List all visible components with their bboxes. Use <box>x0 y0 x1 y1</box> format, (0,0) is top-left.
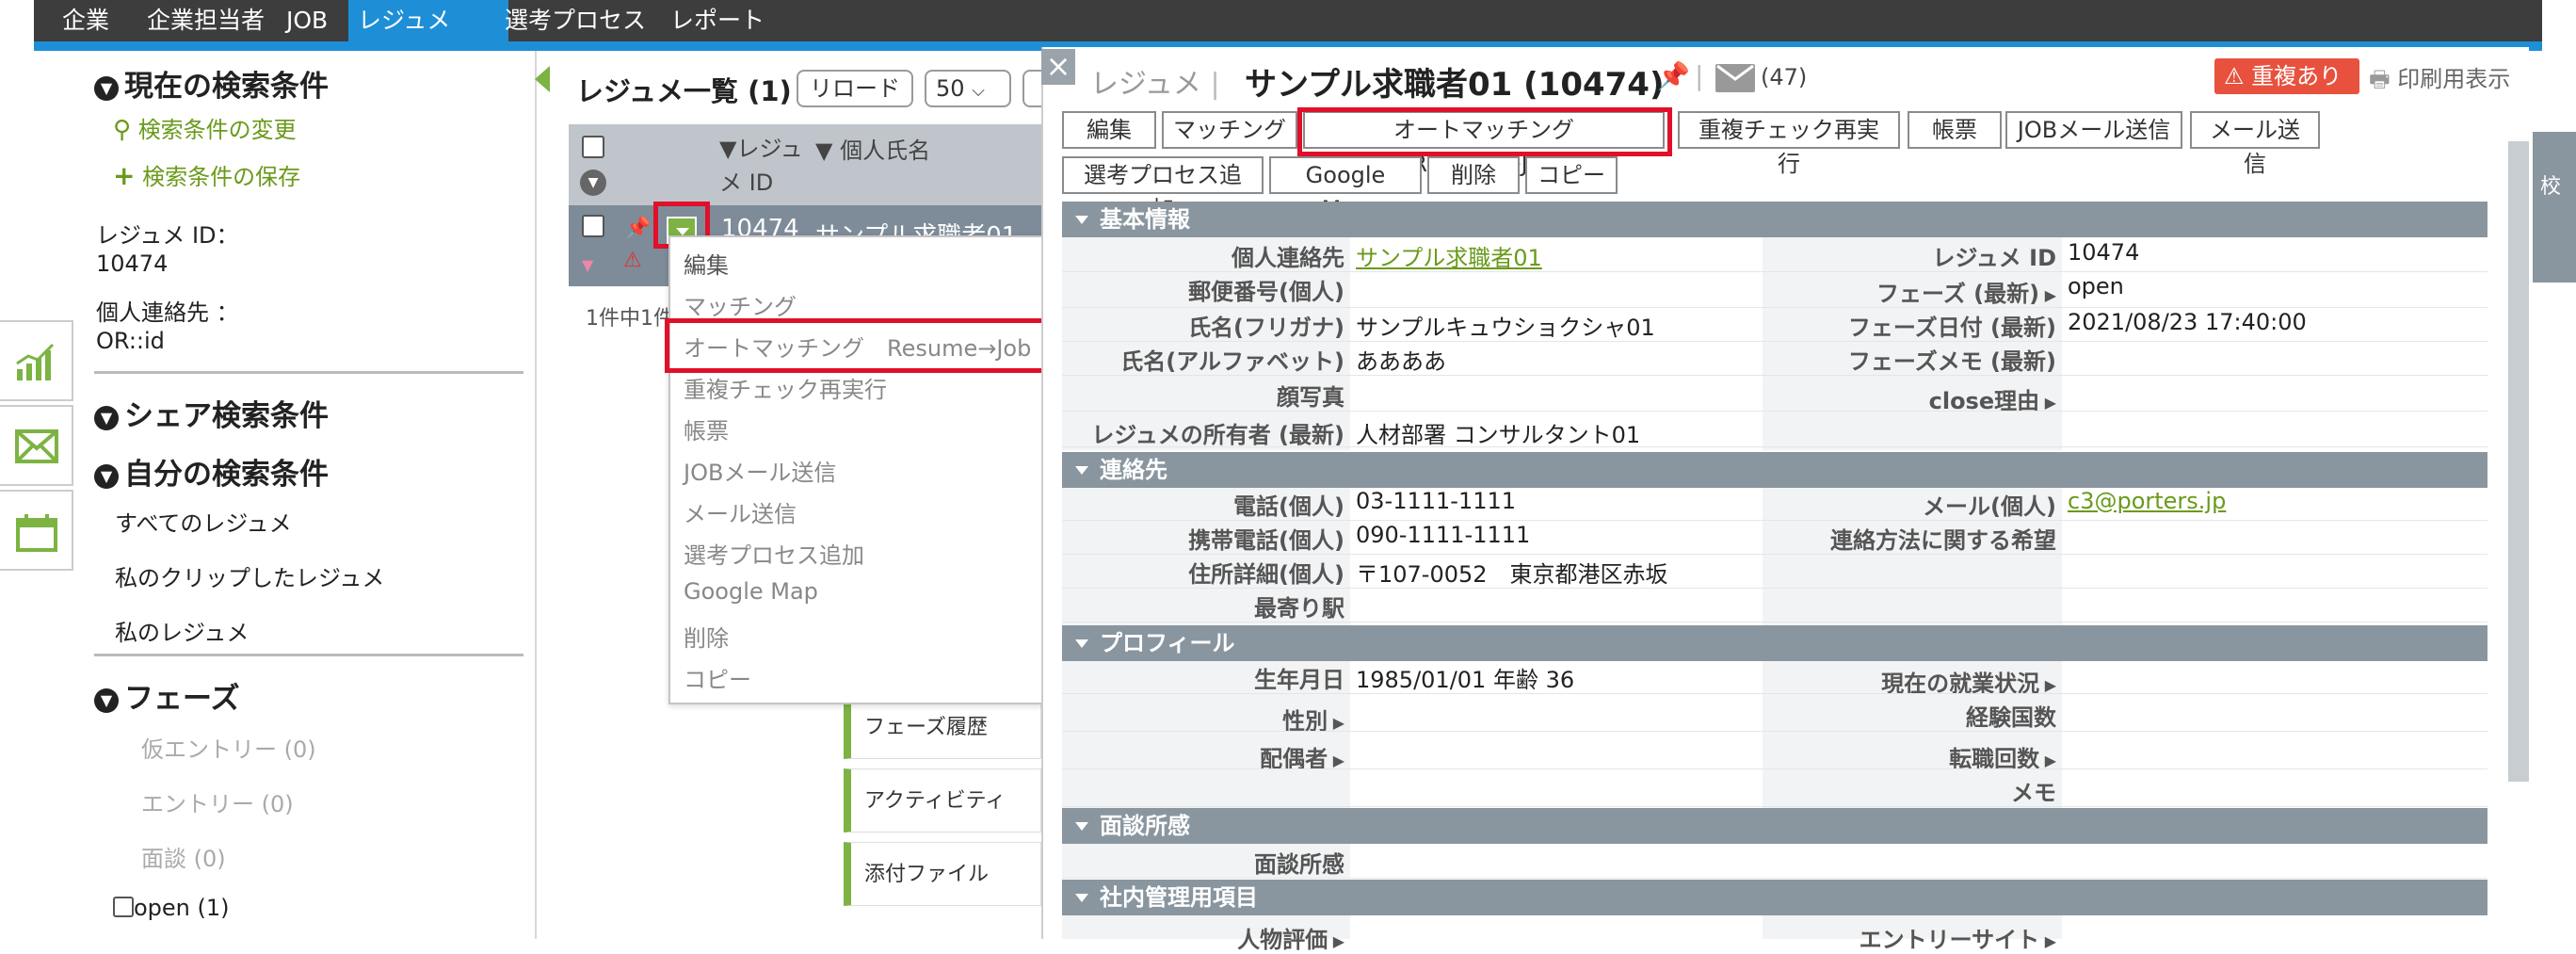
highlight-auto-matching-menu <box>665 318 1049 373</box>
menu-edit[interactable]: 編集 <box>684 247 729 280</box>
menu-google-map[interactable]: Google Map <box>684 578 818 605</box>
nav-company[interactable]: 企業 <box>53 0 119 41</box>
menu-duplicate-check[interactable]: 重複チェック再実行 <box>684 371 887 404</box>
phase-interview[interactable]: 面談 (0) <box>141 840 226 873</box>
section-interview[interactable]: 面談所感 <box>1062 808 2487 844</box>
change-search-link[interactable]: ⚲ 検索条件の変更 <box>113 111 297 144</box>
copy-button[interactable]: コピー <box>1525 156 1618 194</box>
collapse-icon: ▼ <box>94 75 119 101</box>
calendar-sidebar-button[interactable] <box>0 490 73 571</box>
add-process-button[interactable]: 選考プロセス追加 <box>1062 156 1264 222</box>
page-size-select[interactable]: 50 ⌵ <box>925 70 1011 107</box>
nav-report[interactable]: レポート <box>661 0 774 41</box>
menu-send-mail[interactable]: メール送信 <box>684 495 797 528</box>
grid-header: ▼ ▼レジュメ ID ▼ 個人氏名 <box>569 124 1049 205</box>
warning-icon: ⚠ <box>623 249 642 272</box>
plus-icon: + <box>113 160 136 191</box>
save-search-link[interactable]: + 検索条件の保存 <box>113 158 300 191</box>
search-icon: ⚲ <box>113 116 132 144</box>
col-name[interactable]: ▼ 個人氏名 <box>815 132 930 165</box>
phase-pre-entry[interactable]: 仮エントリー (0) <box>141 731 316 764</box>
shared-search-heading[interactable]: ▼ シェア検索条件 <box>94 392 329 434</box>
google-map-button[interactable]: Google Map <box>1269 156 1422 222</box>
divider <box>94 371 523 374</box>
collapse-icon: ▼ <box>94 687 119 713</box>
menu-report-form[interactable]: 帳票 <box>684 412 729 445</box>
list-title: レジュメ一覧 (1) <box>576 75 792 107</box>
tab-attachments[interactable]: 添付ファイル <box>844 842 1041 906</box>
row-checkbox[interactable] <box>582 215 604 237</box>
collapse-icon: ▼ <box>94 463 119 489</box>
phase-open-filter[interactable]: open (1) <box>113 895 230 921</box>
chart-icon <box>16 343 55 380</box>
mail-icon[interactable] <box>1715 64 1755 92</box>
menu-delete[interactable]: 削除 <box>684 620 729 653</box>
menu-matching[interactable]: マッチング <box>684 288 797 321</box>
divider <box>94 654 523 656</box>
duplicate-check-button[interactable]: 重複チェック再実行 <box>1678 111 1900 177</box>
my-search-all-resumes[interactable]: すべてのレジュメ <box>115 505 292 538</box>
nav-company-contact[interactable]: 企業担当者 <box>137 0 274 41</box>
my-search-my-resumes[interactable]: 私のレジュメ <box>115 614 249 647</box>
contact-filter-value: OR::id <box>96 328 165 354</box>
nav-resume[interactable]: レジュメ <box>348 0 508 41</box>
job-mail-button[interactable]: JOBメール送信 <box>2005 111 2182 149</box>
section-internal[interactable]: 社内管理用項目 <box>1062 880 2487 915</box>
menu-add-process[interactable]: 選考プロセス追加 <box>684 537 864 570</box>
column-menu-icon[interactable]: ▼ <box>580 170 606 196</box>
edit-button[interactable]: 編集 <box>1062 111 1156 149</box>
col-resume-id[interactable]: ▼レジュメ ID <box>719 132 808 200</box>
menu-job-mail[interactable]: JOBメール送信 <box>684 454 836 487</box>
collapse-left-arrow-icon[interactable] <box>535 66 550 92</box>
resume-id-filter-value: 10474 <box>96 251 169 277</box>
contact-filter-label: 個人連絡先 ： <box>96 299 239 326</box>
pin-icon[interactable]: 📌 <box>625 217 651 240</box>
close-icon[interactable]: × <box>1041 49 1075 85</box>
my-search-clipped-resumes[interactable]: 私のクリップしたレジュメ <box>115 559 384 592</box>
menu-copy[interactable]: コピー <box>684 661 751 694</box>
reload-button[interactable]: リロード <box>797 70 913 107</box>
warning-icon: ⚠ <box>2224 63 2245 89</box>
highlight-auto-matching-button <box>1297 107 1672 156</box>
breadcrumb: レジュメ | <box>1090 68 1220 101</box>
my-search-heading[interactable]: ▼ 自分の検索条件 <box>94 450 329 493</box>
resume-id-filter-label: レジュメ ID： <box>96 222 239 249</box>
mail-sidebar-button[interactable] <box>0 405 73 486</box>
field-label-expandable[interactable]: エントリーサイト <box>1763 921 2056 954</box>
field-label-expandable[interactable]: 人物評価 <box>1062 921 1344 954</box>
matching-button[interactable]: マッチング <box>1162 111 1297 149</box>
report-form-button[interactable]: 帳票 <box>1908 111 2002 149</box>
delete-button[interactable]: 削除 <box>1427 156 1520 194</box>
chevron-down-icon: ⌵ <box>972 81 985 101</box>
section-profile[interactable]: プロフィール <box>1062 625 2487 661</box>
detail-scrollbar[interactable] <box>2508 141 2529 782</box>
current-search-heading[interactable]: ▼ 現在の検索条件 <box>94 62 329 105</box>
pin-icon[interactable]: 📌 <box>1657 60 1690 91</box>
select-all-checkbox[interactable] <box>582 136 604 158</box>
nav-job[interactable]: JOB <box>277 0 337 41</box>
print-view-link[interactable]: 🖶 印刷用表示 <box>2369 60 2510 102</box>
printer-icon: 🖶 <box>2369 66 2391 92</box>
expand-icon[interactable]: ▼ <box>582 256 593 274</box>
send-mail-button[interactable]: メール送信 <box>2190 111 2320 177</box>
top-nav: 企業 企業担当者 JOB レジュメ 選考プロセス レポート <box>34 0 2542 41</box>
nav-selection-process[interactable]: 選考プロセス <box>495 0 655 41</box>
row-context-menu: 編集 マッチング オートマッチング Resume→Job 重複チェック再実行 帳… <box>668 235 1045 704</box>
page-title: サンプル求職者01 (10474) <box>1245 66 1665 104</box>
mail-icon <box>15 429 58 463</box>
calendar-icon <box>16 514 57 552</box>
phase-entry[interactable]: エントリー (0) <box>141 785 294 818</box>
duplicate-badge[interactable]: ⚠ 重複あり <box>2214 58 2359 94</box>
section-contact[interactable]: 連絡先 <box>1062 452 2487 488</box>
report-sidebar-button[interactable] <box>0 320 73 401</box>
phase-open-checkbox[interactable] <box>113 897 134 917</box>
collapse-icon: ▼ <box>94 405 119 430</box>
section-basic-info[interactable]: 基本情報 <box>1062 202 2487 237</box>
right-panel-stub: 校 <box>2533 132 2576 283</box>
result-count: 1件中1件 <box>586 307 674 331</box>
tab-phase-history[interactable]: フェーズ履歴 <box>844 695 1041 759</box>
tab-activity[interactable]: アクティビティ <box>844 768 1041 833</box>
mail-count: (47) <box>1761 64 1808 90</box>
phase-heading[interactable]: ▼ フェーズ <box>94 674 239 717</box>
